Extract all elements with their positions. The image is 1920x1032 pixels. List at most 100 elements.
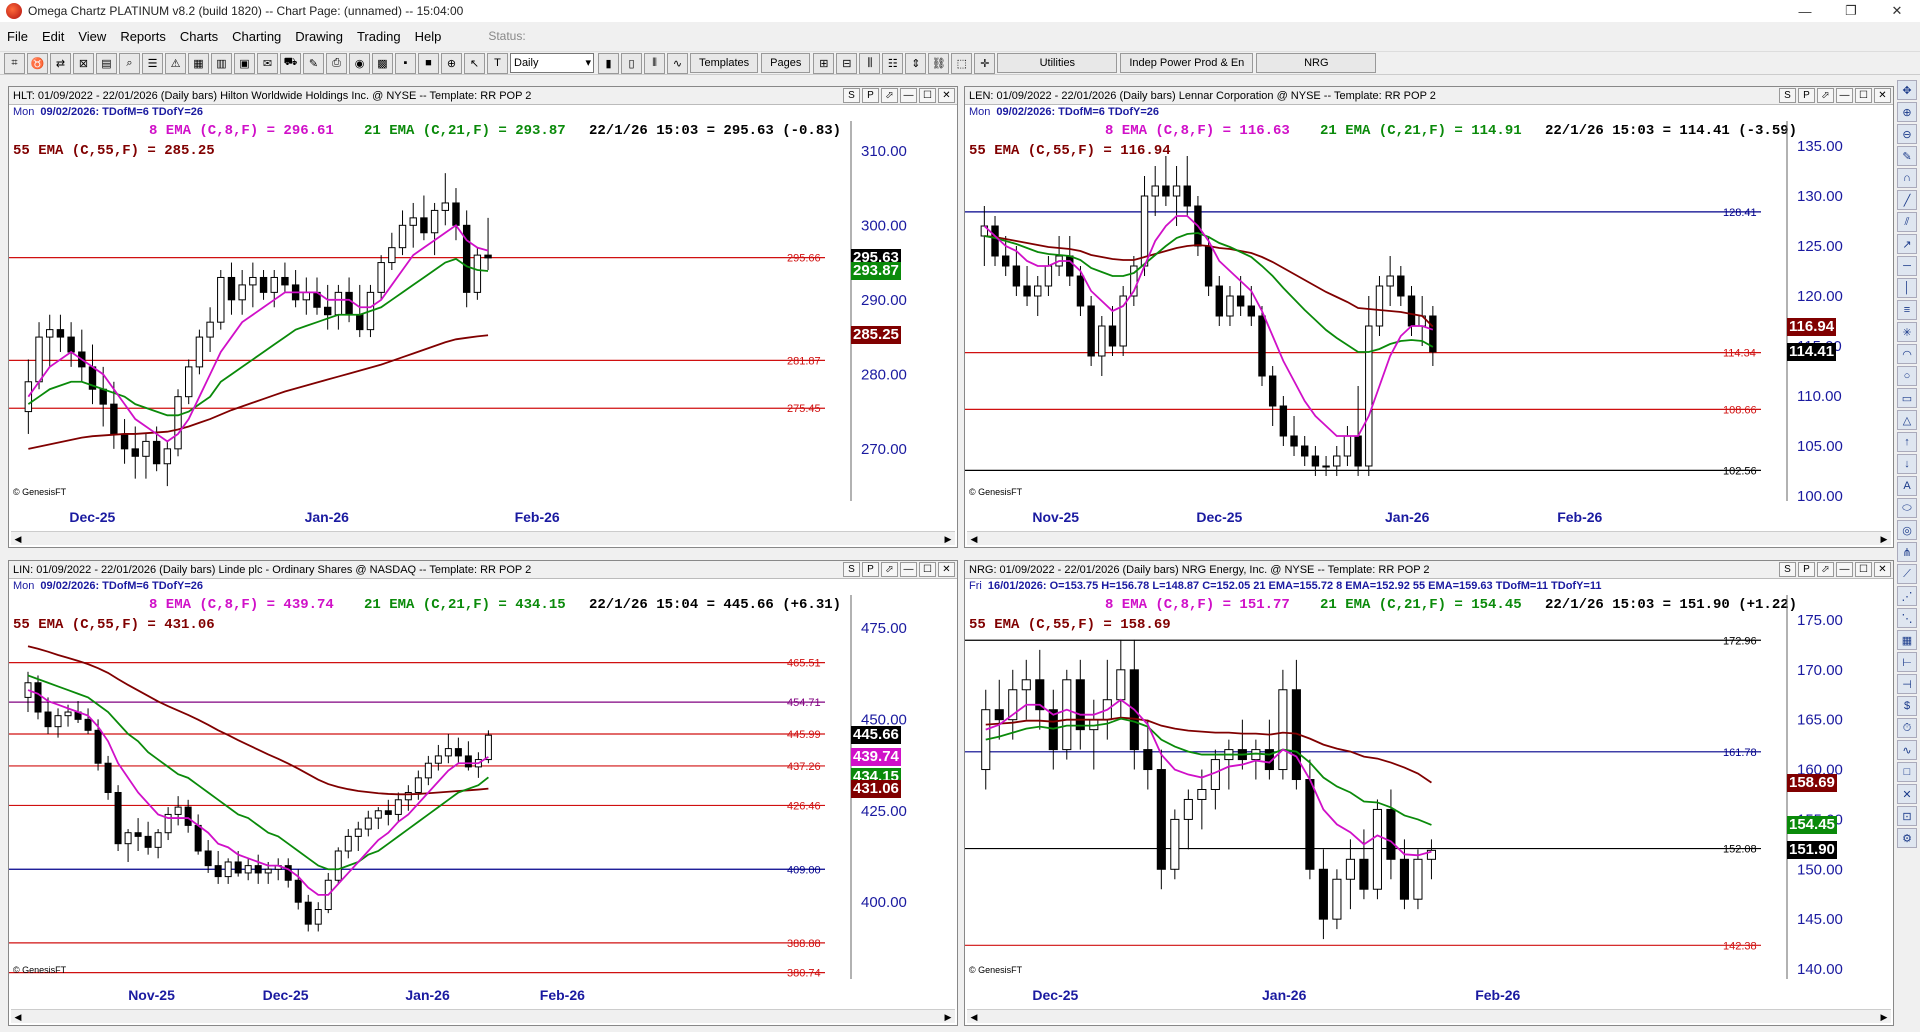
popout-icon[interactable]: ⬀ [881, 88, 898, 103]
chart-style-icon[interactable]: ▩ [372, 52, 393, 74]
nrg-button[interactable]: NRG [1256, 53, 1377, 73]
close-icon[interactable]: ✕ [938, 562, 955, 577]
channel-icon[interactable]: ⫽ [1897, 212, 1917, 232]
select-icon[interactable]: ⬚ [951, 52, 973, 74]
s-button[interactable]: S [1779, 562, 1796, 577]
fan-icon[interactable]: ⋱ [1897, 608, 1917, 628]
pages-button[interactable]: Pages [761, 53, 811, 73]
delete-icon[interactable]: ✕ [1897, 784, 1917, 804]
scroll-right-icon[interactable]: ▶ [1877, 1010, 1891, 1024]
link-icon[interactable]: ⛓ [928, 52, 950, 74]
templates-button[interactable]: Templates [690, 53, 759, 73]
fib-icon[interactable]: ≡ [1897, 300, 1917, 320]
circle-icon[interactable]: ○ [1897, 366, 1917, 386]
arc-icon[interactable]: ◠ [1897, 344, 1917, 364]
table-icon[interactable]: ▣ [234, 52, 255, 74]
square-icon[interactable]: □ [1897, 762, 1917, 782]
maximize-icon[interactable]: ☐ [919, 88, 936, 103]
vline-icon[interactable]: │ [1897, 278, 1917, 298]
price-chart[interactable]: 310.00 300.00 290.00 280.00 270.00 295.66 281.… [9, 121, 957, 505]
tile-icon[interactable]: ⊟ [836, 52, 858, 74]
minimize-icon[interactable]: — [1836, 88, 1853, 103]
brush-icon[interactable]: ✎ [1897, 146, 1917, 166]
list-icon[interactable]: ☰ [142, 52, 163, 74]
menu-edit[interactable]: Edit [35, 29, 71, 44]
bars-icon[interactable]: ▮ [598, 52, 619, 74]
wave-icon[interactable]: ∿ [1897, 740, 1917, 760]
cycle-icon[interactable]: ◎ [1897, 520, 1917, 540]
minimize-icon[interactable]: — [900, 562, 917, 577]
pencil-icon[interactable]: ✎ [303, 52, 324, 74]
ruler-icon[interactable]: ⊢ [1897, 652, 1917, 672]
menu-charts[interactable]: Charts [173, 29, 225, 44]
scroll-left-icon[interactable]: ◀ [967, 532, 981, 546]
scan-icon[interactable]: ⊠ [73, 52, 94, 74]
scroll-right-icon[interactable]: ▶ [1877, 532, 1891, 546]
ray-icon[interactable]: ↗ [1897, 234, 1917, 254]
s-button[interactable]: S [843, 562, 860, 577]
chart-icon[interactable]: ⌗ [4, 52, 25, 74]
regression-icon[interactable]: ⟋ [1897, 564, 1917, 584]
report-icon[interactable]: ▤ [96, 52, 117, 74]
pitchfork-icon[interactable]: ⋔ [1897, 542, 1917, 562]
grid-tool-icon[interactable]: ▦ [1897, 630, 1917, 650]
p-button[interactable]: P [1798, 562, 1815, 577]
candles-icon[interactable]: ▯ [621, 52, 642, 74]
text-tool-icon[interactable]: A [1897, 476, 1917, 496]
zoom-icon[interactable]: ⊕ [441, 52, 462, 74]
menu-view[interactable]: View [71, 29, 113, 44]
time-tool-icon[interactable]: ⏱ [1897, 718, 1917, 738]
magnet-icon[interactable]: ∩ [1897, 168, 1917, 188]
price-chart[interactable]: 475.00450.00425.00400.00465.51454.71445.… [9, 595, 957, 983]
print-icon[interactable]: ⎙ [326, 52, 347, 74]
bull-icon[interactable]: ♉ [27, 52, 48, 74]
rows-icon[interactable]: ☷ [882, 52, 904, 74]
stop-icon[interactable]: ■ [418, 52, 439, 74]
maximize-icon[interactable]: ☐ [1855, 88, 1872, 103]
portfolio-icon[interactable]: ▦ [188, 52, 209, 74]
scroll-right-icon[interactable]: ▶ [941, 1010, 955, 1024]
ellipse-icon[interactable]: ⬭ [1897, 498, 1917, 518]
popout-icon[interactable]: ⬀ [881, 562, 898, 577]
scroll-left-icon[interactable]: ◀ [967, 1010, 981, 1024]
triangle-icon[interactable]: △ [1897, 410, 1917, 430]
rectangle-icon[interactable]: ▭ [1897, 388, 1917, 408]
disk-icon[interactable]: ▪ [395, 52, 416, 74]
price-chart[interactable]: 175.00170.00165.00160.00155.00150.00145.… [965, 595, 1893, 983]
popout-icon[interactable]: ⬀ [1817, 562, 1834, 577]
speed-line-icon[interactable]: ⋰ [1897, 586, 1917, 606]
line-chart-icon[interactable]: ∿ [667, 52, 688, 74]
close-icon[interactable]: ✕ [1874, 562, 1891, 577]
price-tool-icon[interactable]: $ [1897, 696, 1917, 716]
restore-button[interactable]: ❐ [1828, 0, 1874, 22]
p-button[interactable]: P [862, 562, 879, 577]
scroll-left-icon[interactable]: ◀ [11, 1010, 25, 1024]
trendline-icon[interactable]: ╱ [1897, 190, 1917, 210]
menu-charting[interactable]: Charting [225, 29, 288, 44]
hline-icon[interactable]: ─ [1897, 256, 1917, 276]
compare-icon[interactable]: ⇄ [50, 52, 71, 74]
horizontal-scrollbar[interactable]: ◀ ▶ [11, 1009, 955, 1023]
crosshair-icon[interactable]: ✛ [974, 52, 996, 74]
zoom-in-icon[interactable]: ⊕ [1897, 102, 1917, 122]
minimize-button[interactable]: — [1782, 0, 1828, 22]
pan-icon[interactable]: ✥ [1897, 80, 1917, 100]
scroll-left-icon[interactable]: ◀ [11, 532, 25, 546]
scroll-icon[interactable]: ⇕ [905, 52, 927, 74]
horizontal-scrollbar[interactable]: ◀ ▶ [967, 531, 1891, 545]
lock-icon[interactable]: ⊡ [1897, 806, 1917, 826]
zoom-out-icon[interactable]: ⊖ [1897, 124, 1917, 144]
alert-icon[interactable]: ⚠ [165, 52, 186, 74]
maximize-icon[interactable]: ☐ [919, 562, 936, 577]
ohlc-icon[interactable]: ⫴ [644, 52, 665, 74]
menu-drawing[interactable]: Drawing [288, 29, 350, 44]
s-button[interactable]: S [1779, 88, 1796, 103]
text-icon[interactable]: T [487, 52, 508, 74]
arrow-down-icon[interactable]: ↓ [1897, 454, 1917, 474]
close-icon[interactable]: ✕ [1874, 88, 1891, 103]
arrow-up-icon[interactable]: ↑ [1897, 432, 1917, 452]
price-chart[interactable]: 135.00130.00125.00120.00115.00110.00105.… [965, 121, 1893, 505]
menu-trading[interactable]: Trading [350, 29, 408, 44]
utilities-button[interactable]: Utilities [997, 53, 1118, 73]
layout-icon[interactable]: ⊞ [813, 52, 835, 74]
